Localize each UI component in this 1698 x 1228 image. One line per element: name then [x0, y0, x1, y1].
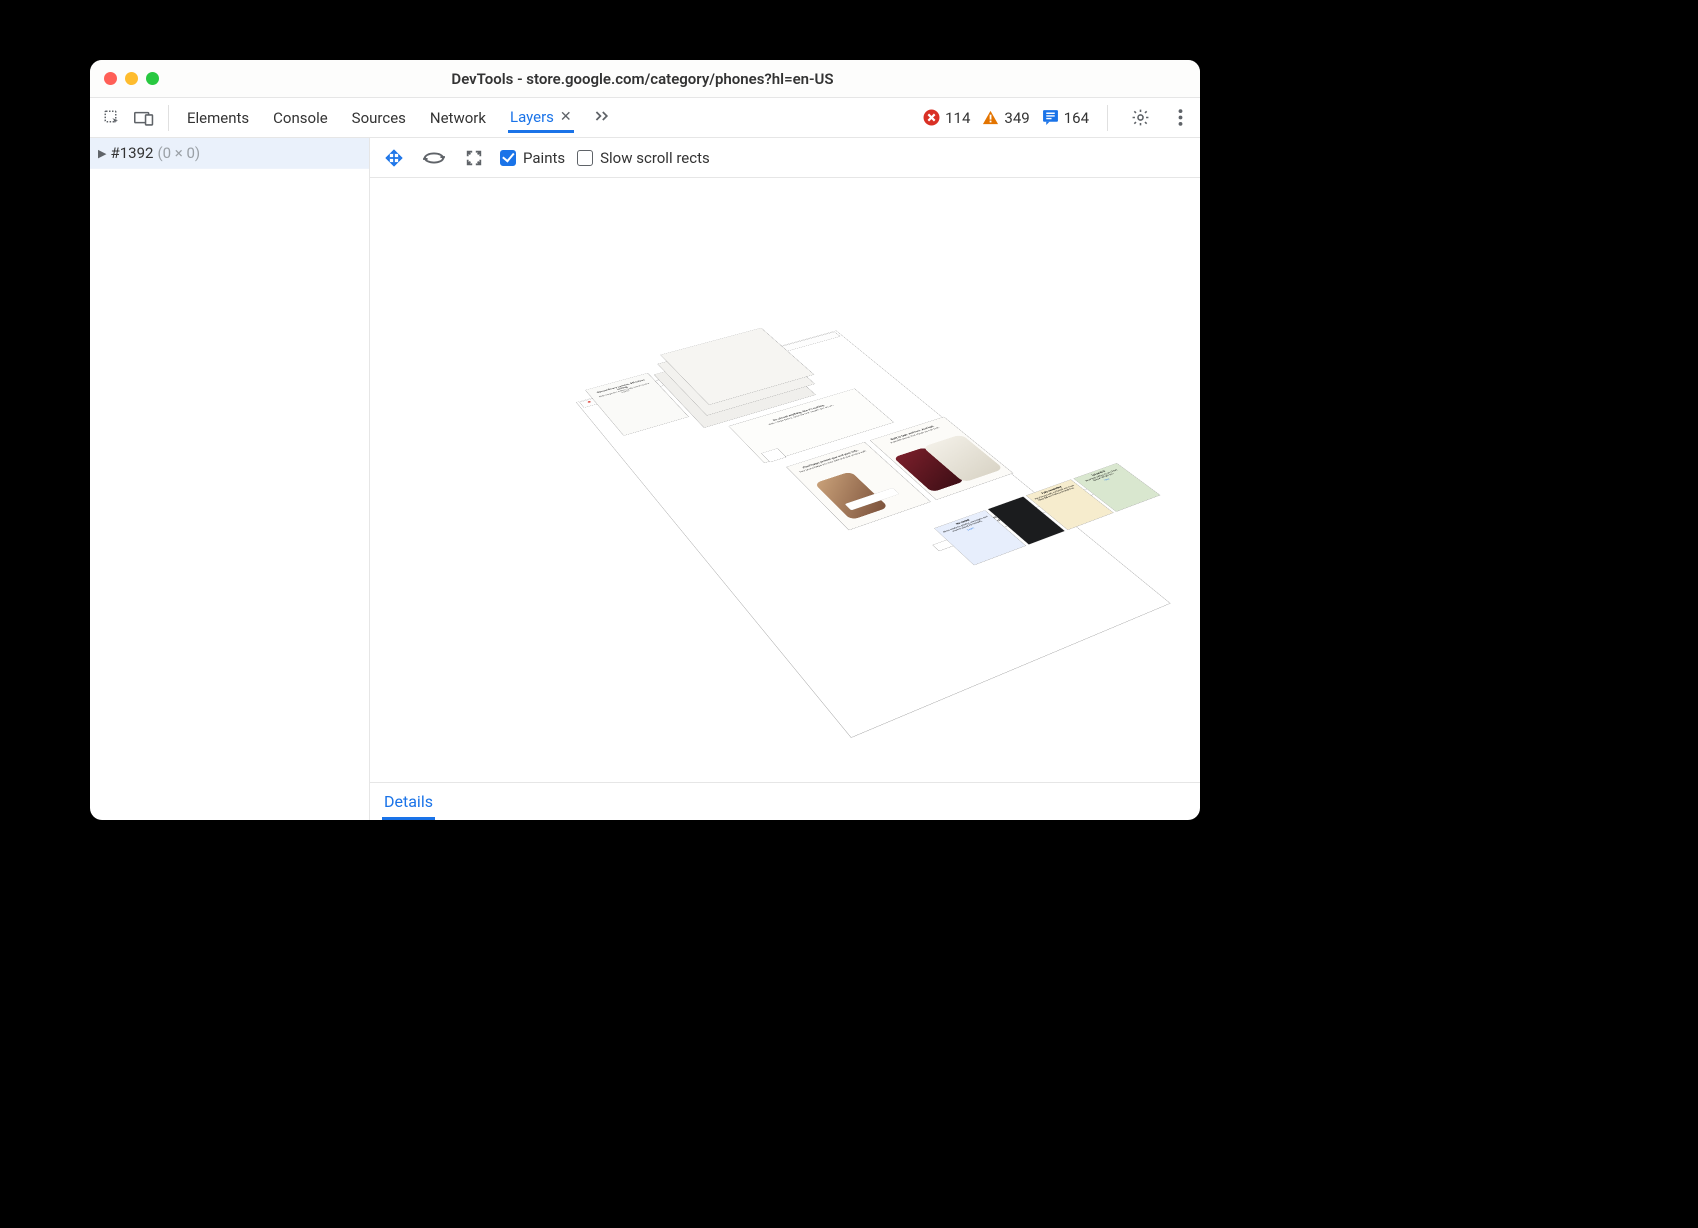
tab-network[interactable]: Network: [428, 103, 488, 133]
layers-3d-viewport[interactable]: Extraordinary camera. Effortless editing…: [370, 178, 1200, 782]
gear-icon[interactable]: [1126, 104, 1154, 132]
close-icon[interactable]: ✕: [560, 109, 572, 125]
layer-id: #1392: [110, 144, 153, 162]
checkbox-icon: [500, 150, 516, 166]
layer-dim: (0 × 0): [157, 144, 200, 162]
layers-tree-row[interactable]: ▶ #1392 (0 × 0): [90, 138, 369, 169]
toolbar-status: 114 349 164: [923, 104, 1194, 132]
slow-scroll-label: Slow scroll rects: [600, 149, 710, 167]
zoom-window-button[interactable]: [146, 72, 159, 85]
tab-console[interactable]: Console: [271, 103, 330, 133]
rotate-icon[interactable]: [420, 144, 448, 172]
layers-drawer-tabs: Details: [370, 782, 1200, 820]
window-controls: [104, 72, 159, 85]
panel-body: ▶ #1392 (0 × 0) Paints: [90, 138, 1200, 820]
error-counter[interactable]: 114: [923, 109, 970, 127]
warning-icon: [982, 109, 999, 126]
titlebar: DevTools - store.google.com/category/pho…: [90, 60, 1200, 98]
expand-icon[interactable]: ▶: [98, 147, 106, 160]
warning-counter[interactable]: 349: [982, 109, 1029, 127]
devtools-window: DevTools - store.google.com/category/pho…: [90, 60, 1200, 820]
window-title: DevTools - store.google.com/category/pho…: [159, 70, 1126, 88]
info-count: 164: [1064, 109, 1089, 127]
error-count: 114: [945, 109, 970, 127]
tab-layers[interactable]: Layers ✕: [508, 102, 574, 133]
separator: [1107, 105, 1108, 131]
panel-tabs: Elements Console Sources Network Layers …: [179, 102, 610, 133]
inspect-element-icon[interactable]: [98, 104, 126, 132]
layers-main: Paints Slow scroll rects: [370, 138, 1200, 820]
tab-sources[interactable]: Sources: [350, 103, 408, 133]
separator: [168, 105, 169, 131]
layers-tree[interactable]: ▶ #1392 (0 × 0): [90, 138, 370, 820]
error-icon: [923, 109, 940, 126]
warning-count: 349: [1004, 109, 1029, 127]
paints-label: Paints: [523, 149, 565, 167]
issues-icon: [1042, 109, 1059, 126]
more-tabs-icon[interactable]: [594, 109, 610, 127]
card-heading: Extraordinary camera. Effortless editing…: [592, 378, 651, 397]
tab-layers-label: Layers: [510, 108, 554, 126]
info-counter[interactable]: 164: [1042, 109, 1089, 127]
tab-elements[interactable]: Elements: [185, 103, 251, 133]
tab-details[interactable]: Details: [382, 786, 435, 820]
pan-icon[interactable]: [380, 144, 408, 172]
slow-scroll-checkbox[interactable]: Slow scroll rects: [577, 149, 710, 167]
close-window-button[interactable]: [104, 72, 117, 85]
layers-view-toolbar: Paints Slow scroll rects: [370, 138, 1200, 178]
device-toolbar-icon[interactable]: [130, 104, 158, 132]
checkbox-icon: [577, 150, 593, 166]
kebab-icon[interactable]: [1166, 104, 1194, 132]
minimize-window-button[interactable]: [125, 72, 138, 85]
paints-checkbox[interactable]: Paints: [500, 149, 565, 167]
reset-view-icon[interactable]: [460, 144, 488, 172]
main-toolbar: Elements Console Sources Network Layers …: [90, 98, 1200, 138]
